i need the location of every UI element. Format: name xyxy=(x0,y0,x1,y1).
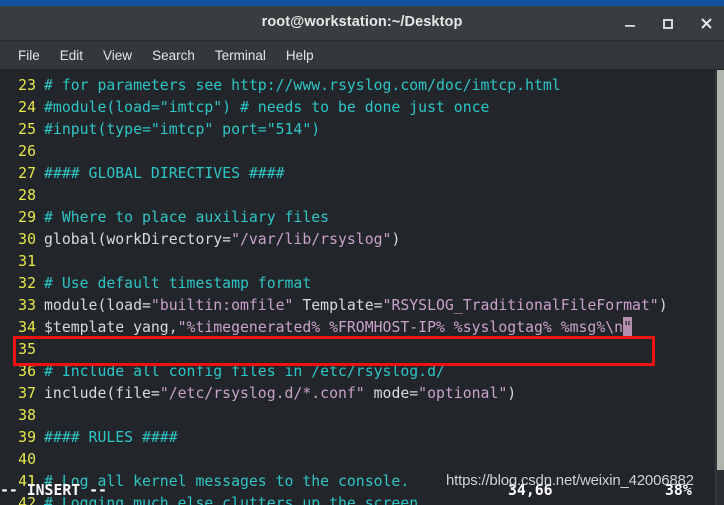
line-number: 33 xyxy=(18,297,36,314)
code-string: "RSYSLOG_TraditionalFileFormat" xyxy=(382,297,659,314)
line-content xyxy=(36,185,44,207)
watermark-text: https://blog.csdn.net/weixin_42006882 xyxy=(446,472,694,489)
line-content xyxy=(36,141,44,163)
line-content: global(workDirectory="/var/lib/rsyslog") xyxy=(36,229,400,251)
minimize-button[interactable] xyxy=(620,14,640,34)
menu-item-terminal[interactable]: Terminal xyxy=(205,46,276,65)
editor-lines: 23 # for parameters see http://www.rsyslo… xyxy=(0,75,714,505)
menu-item-file[interactable]: File xyxy=(8,46,50,65)
line-content xyxy=(36,405,44,427)
editor-line: 34 $template yang,"%timegenerated% %FROMH… xyxy=(0,317,714,339)
line-content xyxy=(36,449,44,471)
line-content: #### RULES #### xyxy=(44,429,178,446)
code-token: Template= xyxy=(293,297,383,314)
template-directive: $template yang, xyxy=(44,319,178,336)
editor-line: 27 #### GLOBAL DIRECTIVES #### xyxy=(0,163,714,185)
editor-line: 26 xyxy=(0,141,714,163)
menu-item-edit[interactable]: Edit xyxy=(50,46,93,65)
text-cursor: " xyxy=(623,317,632,339)
menu-item-help[interactable]: Help xyxy=(276,46,324,65)
editor-line: 40 xyxy=(0,449,714,471)
code-token: include(file= xyxy=(44,385,160,402)
code-string: "/etc/rsyslog.d/*.conf" xyxy=(159,385,365,402)
close-button[interactable] xyxy=(696,14,716,34)
line-number: 24 xyxy=(18,99,36,116)
line-number: 23 xyxy=(18,77,36,94)
line-number: 40 xyxy=(18,451,36,468)
code-string: "/var/lib/rsyslog" xyxy=(231,231,392,248)
line-number: 32 xyxy=(18,275,36,292)
line-number: 37 xyxy=(18,385,36,402)
line-number: 34 xyxy=(18,319,36,336)
code-token: mode= xyxy=(364,385,419,402)
terminal-window: root@workstation:~/Desktop File Edit Vie… xyxy=(0,0,724,505)
line-number: 25 xyxy=(18,121,36,138)
window-title: root@workstation:~/Desktop xyxy=(261,14,463,30)
maximize-button[interactable] xyxy=(658,14,678,34)
line-number: 31 xyxy=(18,253,36,270)
editor-line: 36 # Include all config files in /etc/rsy… xyxy=(0,361,714,383)
code-string: "optional" xyxy=(418,385,508,402)
editor-line: 33 module(load="builtin:omfile" Template=… xyxy=(0,295,714,317)
editor-line: 29 # Where to place auxiliary files xyxy=(0,207,714,229)
code-token: ) xyxy=(391,231,401,248)
line-content xyxy=(36,251,44,273)
code-token: module(load= xyxy=(44,297,151,314)
editor-line: 31 xyxy=(0,251,714,273)
line-content: module(load="builtin:omfile" Template="R… xyxy=(36,295,668,317)
line-content: #module(load="imtcp") # needs to be done… xyxy=(44,99,490,116)
editor-line: 38 xyxy=(0,405,714,427)
window-controls xyxy=(620,6,716,41)
code-string: "builtin:omfile" xyxy=(150,297,294,314)
line-number: 28 xyxy=(18,187,36,204)
line-content: # Use default timestamp format xyxy=(44,275,312,292)
editor-line: 37 include(file="/etc/rsyslog.d/*.conf" m… xyxy=(0,383,714,405)
line-number: 29 xyxy=(18,209,36,226)
template-string: "%timegenerated% %FROMHOST-IP% %syslogta… xyxy=(177,319,624,336)
menu-item-search[interactable]: Search xyxy=(142,46,205,65)
line-content xyxy=(36,339,44,361)
line-number: 30 xyxy=(18,231,36,248)
code-token: global(workDirectory= xyxy=(44,231,232,248)
line-content: $template yang,"%timegenerated% %FROMHOS… xyxy=(36,317,632,339)
editor-line: 24 #module(load="imtcp") # needs to be do… xyxy=(0,97,714,119)
line-number: 35 xyxy=(18,341,36,358)
menu-item-view[interactable]: View xyxy=(93,46,142,65)
code-token: ) xyxy=(658,297,668,314)
code-token: ) xyxy=(507,385,517,402)
line-content: #### GLOBAL DIRECTIVES #### xyxy=(44,165,285,182)
editor-line: 23 # for parameters see http://www.rsyslo… xyxy=(0,75,714,97)
vertical-scrollbar[interactable] xyxy=(715,70,724,505)
editor-line: 28 xyxy=(0,185,714,207)
editor-line: 35 xyxy=(0,339,714,361)
editor-line: 32 # Use default timestamp format xyxy=(0,273,714,295)
line-number: 38 xyxy=(18,407,36,424)
line-number: 36 xyxy=(18,363,36,380)
line-content: # Where to place auxiliary files xyxy=(44,209,330,226)
menu-bar: File Edit View Search Terminal Help xyxy=(0,42,724,70)
editor-line: 30 global(workDirectory="/var/lib/rsyslog… xyxy=(0,229,714,251)
scrollbar-thumb[interactable] xyxy=(717,70,724,470)
terminal-body[interactable]: 23 # for parameters see http://www.rsyslo… xyxy=(0,70,724,505)
line-number: 39 xyxy=(18,429,36,446)
line-number: 26 xyxy=(18,143,36,160)
line-content: # for parameters see http://www.rsyslog.… xyxy=(44,77,561,94)
editor-line: 39 #### RULES #### xyxy=(0,427,714,449)
editor-line: 25 #input(type="imtcp" port="514") xyxy=(0,119,714,141)
line-content: # Include all config files in /etc/rsysl… xyxy=(44,363,445,380)
line-content: #input(type="imtcp" port="514") xyxy=(44,121,321,138)
line-number: 27 xyxy=(18,165,36,182)
line-content: include(file="/etc/rsyslog.d/*.conf" mod… xyxy=(36,383,516,405)
vim-mode-indicator: -- INSERT -- xyxy=(0,482,107,499)
title-bar[interactable]: root@workstation:~/Desktop xyxy=(0,6,724,41)
